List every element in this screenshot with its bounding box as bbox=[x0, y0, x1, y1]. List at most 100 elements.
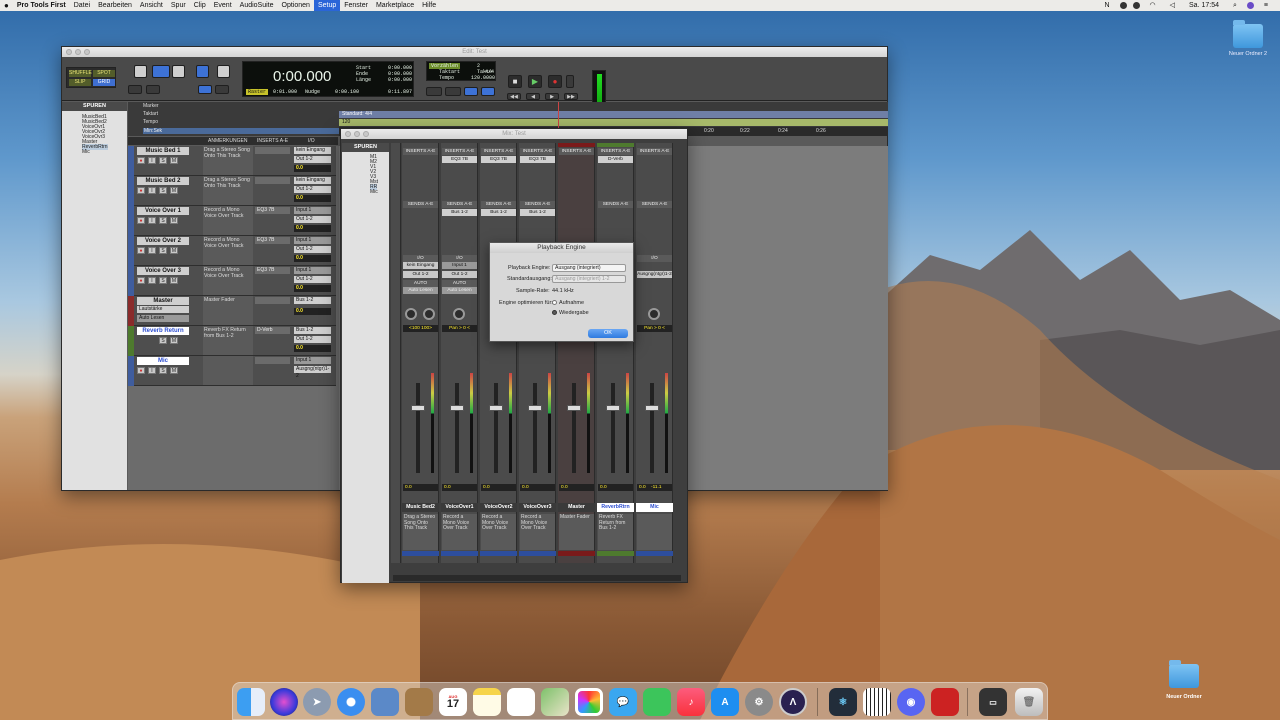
app-menu[interactable]: Pro Tools First bbox=[13, 0, 70, 11]
track-comment[interactable]: Master Fader bbox=[203, 296, 253, 325]
strip-name[interactable]: VoiceOver2 bbox=[480, 503, 517, 512]
track-comment[interactable]: Drag a Stereo Song Onto This Track bbox=[203, 146, 253, 175]
volume-readout[interactable]: 0.0 -11.1 bbox=[637, 484, 672, 491]
volume-fader[interactable] bbox=[645, 405, 659, 411]
pan-knob[interactable] bbox=[648, 308, 660, 320]
maps-icon[interactable] bbox=[541, 688, 569, 716]
pan-value[interactable]: <100 100> bbox=[403, 325, 438, 332]
minimize-button[interactable] bbox=[75, 49, 81, 55]
zoom-out-icon[interactable] bbox=[146, 85, 160, 94]
track-name[interactable]: Voice Over 3 bbox=[137, 267, 189, 275]
menu-fenster[interactable]: Fenster bbox=[340, 0, 372, 11]
volume-value[interactable]: 0.0 bbox=[294, 285, 331, 292]
track-name[interactable]: Voice Over 1 bbox=[137, 207, 189, 215]
ok-button[interactable]: OK bbox=[588, 329, 628, 338]
output-selector[interactable]: Out 1-2 bbox=[403, 271, 438, 278]
search-icon[interactable]: ⌕ bbox=[1229, 0, 1241, 11]
record-button[interactable]: ● bbox=[137, 367, 145, 374]
track-name[interactable]: Master bbox=[137, 297, 189, 305]
pan-knob[interactable] bbox=[405, 308, 417, 320]
input-button[interactable]: I bbox=[148, 157, 156, 164]
insert-slot[interactable]: EQ3 7B bbox=[255, 267, 290, 274]
track-reverb-return[interactable]: Reverb Return S M Reverb FX Return from … bbox=[128, 326, 336, 356]
output-selector[interactable]: Ausgng(ntgr)1-2 bbox=[637, 271, 672, 278]
solo-button[interactable]: S bbox=[159, 337, 167, 344]
trim-tool-icon[interactable] bbox=[152, 65, 170, 78]
end-button[interactable]: ▶▶ bbox=[564, 93, 578, 100]
insert-slot[interactable]: D-Verb bbox=[598, 156, 633, 163]
back-button[interactable]: ◀ bbox=[526, 93, 540, 100]
play-button[interactable]: ▶ bbox=[528, 75, 542, 88]
insert-slot[interactable] bbox=[255, 147, 290, 154]
length-value[interactable]: 0:00.000 bbox=[388, 77, 412, 83]
finder-icon[interactable] bbox=[237, 688, 265, 716]
input-selector[interactable]: Input 1 bbox=[294, 207, 331, 214]
output-selector[interactable]: Out 1-2 bbox=[294, 246, 331, 253]
radio-playback[interactable]: Wiedergabe bbox=[552, 310, 589, 316]
volume-value[interactable]: 0.0 bbox=[294, 225, 331, 232]
default-output-select[interactable]: Ausgang (integriert) 1-2 bbox=[552, 275, 626, 283]
raster-value[interactable]: 0:01.000 bbox=[273, 89, 297, 95]
insert-slot[interactable] bbox=[255, 357, 290, 364]
volume-fader[interactable] bbox=[450, 405, 464, 411]
insert-slot[interactable]: EQ3 7B bbox=[442, 156, 477, 163]
volume-fader[interactable] bbox=[411, 405, 425, 411]
record-button[interactable]: ● bbox=[548, 75, 562, 88]
apple-menu-icon[interactable]: ● bbox=[0, 0, 13, 11]
pencil-tool-icon[interactable] bbox=[217, 65, 230, 78]
strip-comment[interactable]: Record a Mono Voice Over Track bbox=[481, 514, 516, 550]
track-mic[interactable]: Mic ● I S M Input 1 Ausgng(ntgr)1-2 bbox=[128, 356, 336, 386]
volume-value[interactable]: 0.0 bbox=[520, 484, 555, 491]
track-voice-over-2[interactable]: Voice Over 2 ● I S M Record a Mono Voice… bbox=[128, 236, 336, 266]
status-n-icon[interactable]: N bbox=[1100, 0, 1113, 11]
input-button[interactable]: I bbox=[148, 187, 156, 194]
output-selector[interactable]: Out 1-2 bbox=[294, 156, 331, 163]
control-center-icon[interactable]: ≡ bbox=[1260, 0, 1272, 11]
insert-slot[interactable]: D-Verb bbox=[255, 327, 290, 334]
mute-button[interactable]: M bbox=[170, 217, 178, 224]
menu-spur[interactable]: Spur bbox=[167, 0, 190, 11]
strip-name[interactable]: VoiceOver1 bbox=[441, 503, 478, 512]
output-selector[interactable]: Out 1-2 bbox=[294, 276, 331, 283]
close-button[interactable] bbox=[345, 131, 351, 137]
photobooth-icon[interactable] bbox=[931, 688, 959, 716]
volume-fader[interactable] bbox=[489, 405, 503, 411]
music-icon[interactable]: ♪ bbox=[677, 688, 705, 716]
loop-button[interactable] bbox=[566, 75, 574, 88]
strip-name[interactable]: ReverbRtrn bbox=[597, 503, 634, 512]
send-slot[interactable]: Bus 1-2 bbox=[481, 209, 516, 216]
track-voice-over-1[interactable]: Voice Over 1 ● I S M Record a Mono Voice… bbox=[128, 206, 336, 236]
input-selector[interactable]: Input 1 bbox=[294, 237, 331, 244]
strip-comment[interactable]: Master Fader bbox=[559, 514, 594, 550]
mix-scrollbar[interactable] bbox=[393, 575, 681, 581]
automation-mode[interactable]: Auto Lesen bbox=[403, 287, 438, 294]
calendar-icon[interactable]: AUG 17 bbox=[439, 688, 467, 716]
desktop-folder-top[interactable]: Neuer Ordner 2 bbox=[1226, 20, 1270, 60]
metronome-icon[interactable] bbox=[426, 87, 442, 96]
strip-name[interactable]: Music Bed2 bbox=[402, 503, 439, 512]
input-selector[interactable]: Bus 1-2 bbox=[294, 327, 331, 334]
automation-mode[interactable]: Auto Lesen bbox=[137, 315, 189, 322]
terminal-icon[interactable]: ▭ bbox=[979, 688, 1007, 716]
solo-button[interactable]: S bbox=[159, 217, 167, 224]
track-name[interactable]: Voice Over 2 bbox=[137, 237, 189, 245]
pan-value[interactable]: Pan > 0 < bbox=[637, 325, 672, 332]
menu-marketplace[interactable]: Marketplace bbox=[372, 0, 418, 11]
forward-button[interactable]: ▶ bbox=[545, 93, 559, 100]
tempo-marker[interactable]: 120 bbox=[342, 119, 350, 125]
nudge-value[interactable]: 0:00.100 bbox=[335, 89, 359, 95]
input-selector[interactable]: kein Eingang bbox=[403, 262, 438, 269]
status-shield-icon[interactable] bbox=[1132, 2, 1140, 9]
record-button[interactable]: ● bbox=[137, 187, 145, 194]
strip-name[interactable]: VoiceOver3 bbox=[519, 503, 556, 512]
track-list-item[interactable]: Mic bbox=[370, 189, 378, 195]
desktop-folder-bottom[interactable]: Neuer Ordner bbox=[1162, 660, 1206, 700]
automation-mode[interactable]: Auto Lesen bbox=[442, 287, 477, 294]
volume-value[interactable]: 0.0 bbox=[481, 484, 516, 491]
zoom-button[interactable] bbox=[363, 131, 369, 137]
record-button[interactable]: ● bbox=[137, 247, 145, 254]
zoom-tool-icon[interactable] bbox=[134, 65, 147, 78]
messages-icon[interactable]: 💬 bbox=[609, 688, 637, 716]
radio-button[interactable] bbox=[552, 310, 557, 316]
output-selector[interactable]: Ausgng(ntgr)1-2 bbox=[294, 366, 331, 379]
